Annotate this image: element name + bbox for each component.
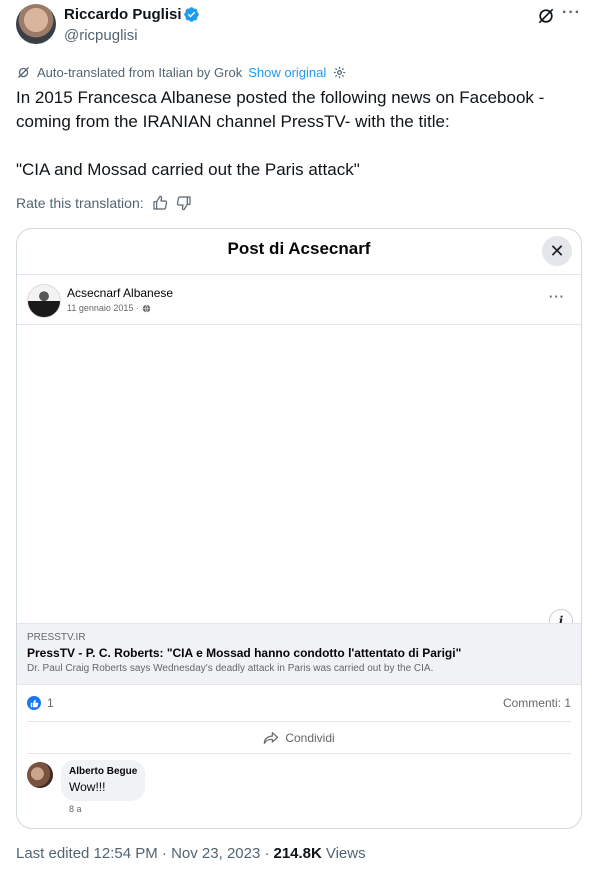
embedded-image-card[interactable]: Post di Acsecnarf ✕ Acsecnarf Albanese 1… [16,228,582,829]
like-count: 1 [47,696,54,710]
fb-reactions-bar: 1 Commenti: 1 [27,693,571,713]
tweet-quote: "CIA and Mossad carried out the Paris at… [16,160,360,179]
like-reaction-icon [27,696,41,710]
fb-post-header: Post di Acsecnarf ✕ [17,229,581,275]
fb-more-icon: ··· [549,289,565,304]
translation-note: Auto-translated from Italian by Grok Sho… [16,63,347,81]
grok-icon[interactable] [536,6,556,26]
author-name[interactable]: Riccardo Puglisi [64,6,182,23]
grok-icon [18,66,29,78]
comment-text: Wow!!! [69,780,106,794]
commenter-avatar [27,762,53,788]
fb-post-date: 11 gennaio 2015 · [67,303,139,313]
comments-count: Commenti: 1 [502,696,571,710]
globe-icon [142,304,151,312]
fb-share-action: Condividi [17,727,581,749]
translation-source: Auto-translated from Italian by Grok [37,64,243,80]
link-domain: PRESSTV.IR [27,632,86,643]
comment-time: 8 a [69,804,82,814]
settings-gear-icon[interactable] [332,65,347,80]
author-handle[interactable]: @ricpuglisi [64,27,138,44]
tweet-text: In 2015 Francesca Albanese posted the fo… [16,86,576,182]
fb-link-image [27,325,581,623]
fb-poster-avatar [27,284,61,318]
divider [27,721,571,722]
divider [27,753,571,754]
fb-post-title: Post di Acsecnarf [227,239,371,258]
tweet-footer: Last edited 12:54 PM · Nov 23, 2023 · 21… [16,845,366,862]
edited-timestamp[interactable]: Last edited 12:54 PM · Nov 23, 2023 · [16,845,269,862]
tweet-line: coming from the IRANIAN channel PressTV-… [16,112,450,131]
more-options-icon[interactable]: ··· [562,4,581,22]
thumbs-up-icon[interactable] [152,195,168,211]
fb-link-preview: PRESSTV.IR PressTV - P. C. Roberts: "CIA… [17,623,581,685]
thumbs-down-icon[interactable] [176,195,192,211]
link-description: Dr. Paul Craig Roberts says Wednesday's … [27,663,434,674]
close-icon: ✕ [542,236,572,266]
rate-label: Rate this translation: [16,195,144,211]
views-label: Views [325,845,366,862]
tweet-line: In 2015 Francesca Albanese posted the fo… [16,88,545,107]
show-original-link[interactable]: Show original [248,65,326,80]
author-avatar[interactable] [16,4,56,44]
verified-badge-icon [184,7,199,22]
comment-bubble: Alberto Begue Wow!!! [61,760,146,801]
rate-translation: Rate this translation: [16,195,192,211]
commenter-name: Alberto Begue [69,766,138,777]
share-arrow-icon [264,732,279,744]
link-title: PressTV - P. C. Roberts: "CIA e Mossad h… [27,646,462,660]
share-label: Condividi [285,731,335,745]
fb-poster-name: Acsecnarf Albanese [67,286,174,300]
fb-post-meta: 11 gennaio 2015 · [67,303,151,313]
views-count: 214.8K [273,845,322,862]
